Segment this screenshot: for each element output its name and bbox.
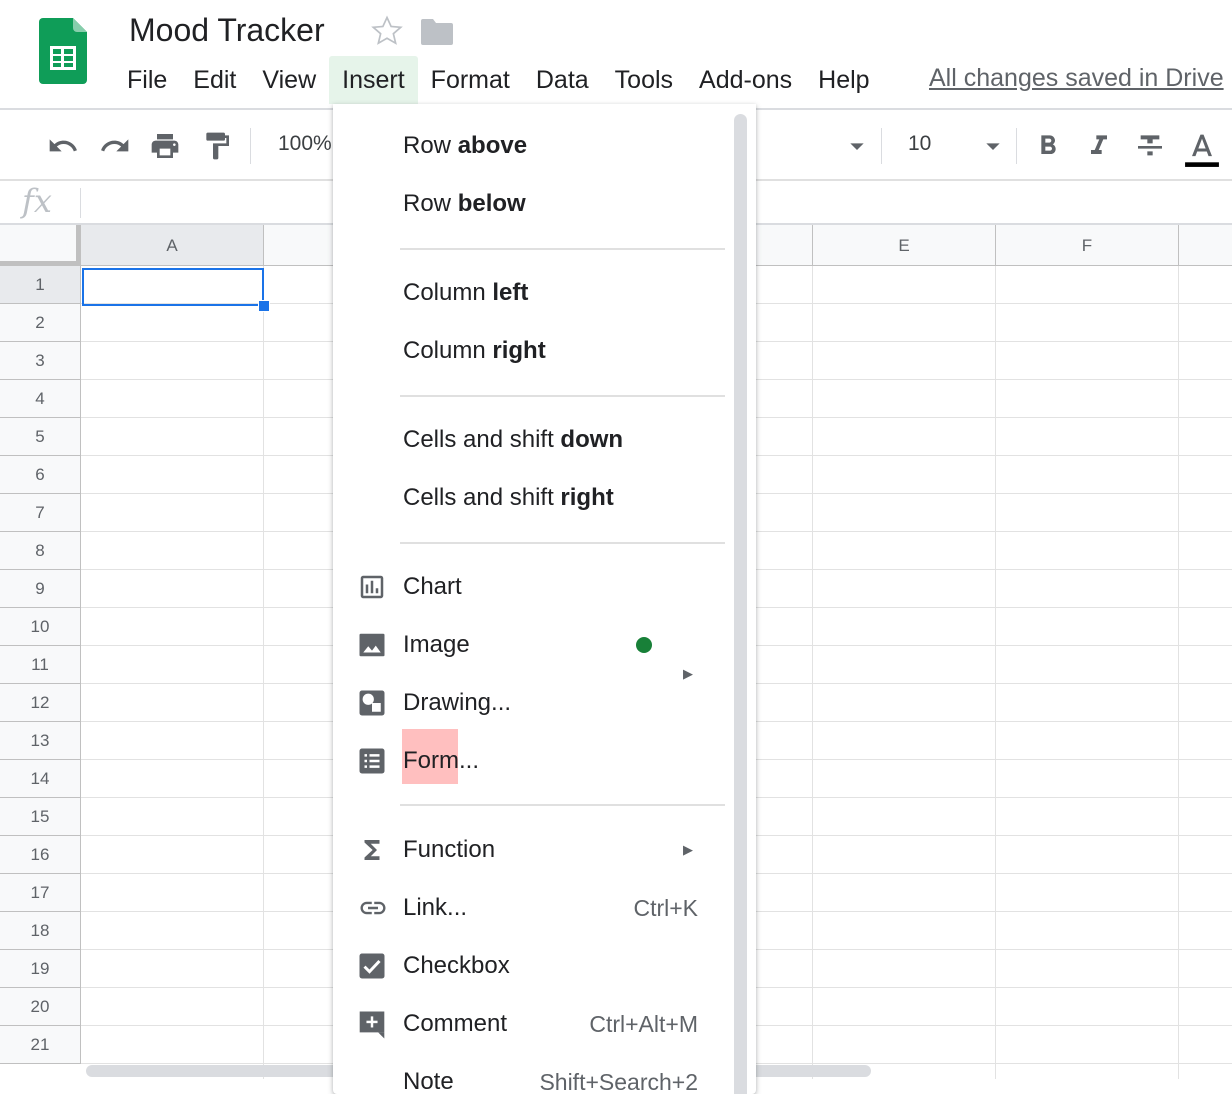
document-title[interactable]: Mood Tracker: [129, 12, 325, 49]
row-header[interactable]: 9: [0, 570, 81, 608]
row-header[interactable]: 18: [0, 912, 81, 950]
grid-column-line: [1178, 266, 1179, 1079]
grid-column-line: [263, 266, 264, 1079]
row-header[interactable]: 8: [0, 532, 81, 570]
menu-item-image[interactable]: Image ▶: [333, 616, 733, 681]
menu-separator: [400, 395, 725, 397]
shortcut-hint: Ctrl+K: [633, 895, 698, 921]
italic-icon[interactable]: [1082, 130, 1116, 162]
text-color-icon[interactable]: [1183, 130, 1219, 167]
chart-icon: [357, 572, 387, 602]
menu-item-row-above[interactable]: Row above: [333, 117, 733, 175]
toolbar-separator: [881, 128, 882, 164]
checkbox-icon: [357, 951, 387, 981]
menu-item-chart[interactable]: Chart: [333, 558, 733, 616]
menu-item-form[interactable]: Form...: [333, 732, 733, 790]
drawing-icon: [357, 688, 387, 718]
menu-item-checkbox[interactable]: Checkbox: [333, 937, 733, 995]
column-header[interactable]: [1179, 225, 1232, 266]
shortcut-hint: Shift+Search+2: [539, 1069, 698, 1094]
form-icon: [357, 746, 387, 776]
menu-help[interactable]: Help: [805, 56, 882, 104]
menu-separator: [400, 804, 725, 806]
row-header[interactable]: 13: [0, 722, 81, 760]
menu-separator: [400, 542, 725, 544]
menu-item-function[interactable]: Function ▶: [333, 821, 733, 879]
selected-cell-a1[interactable]: [82, 268, 264, 306]
sigma-icon: [357, 835, 387, 865]
row-header[interactable]: 19: [0, 950, 81, 988]
menu-bar: File Edit View Insert Format Data Tools …: [114, 56, 883, 104]
link-icon: [357, 893, 387, 923]
menu-insert[interactable]: Insert: [329, 56, 418, 104]
menu-item-cells-shift-right[interactable]: Cells and shift right: [333, 469, 733, 527]
row-header[interactable]: 7: [0, 494, 81, 532]
image-icon: [357, 630, 387, 660]
row-header[interactable]: 10: [0, 608, 81, 646]
menu-item-drawing[interactable]: Drawing...: [333, 674, 733, 732]
row-header[interactable]: 3: [0, 342, 81, 380]
formula-bar-separator: [80, 188, 81, 218]
google-sheets-logo[interactable]: [39, 18, 87, 84]
menu-separator: [400, 248, 725, 250]
paint-format-icon[interactable]: [200, 130, 234, 162]
insert-dropdown-menu: Row above Row below Column left Column r…: [333, 104, 756, 1094]
row-header[interactable]: 11: [0, 646, 81, 684]
add-comment-icon: [357, 1009, 387, 1039]
row-header[interactable]: 6: [0, 456, 81, 494]
row-header[interactable]: 2: [0, 304, 81, 342]
redo-icon[interactable]: [98, 130, 132, 162]
menu-scrollbar[interactable]: [734, 114, 747, 1094]
new-feature-dot: [636, 637, 652, 653]
chevron-down-icon[interactable]: [976, 130, 1010, 162]
shortcut-hint: Ctrl+Alt+M: [589, 1011, 698, 1037]
chevron-down-icon[interactable]: [840, 130, 874, 162]
fx-icon: fx: [22, 182, 52, 220]
menu-format[interactable]: Format: [418, 56, 523, 104]
folder-icon[interactable]: [421, 19, 453, 45]
row-header[interactable]: 15: [0, 798, 81, 836]
grid-column-line: [995, 266, 996, 1079]
row-header[interactable]: 12: [0, 684, 81, 722]
menu-file[interactable]: File: [114, 56, 180, 104]
fill-handle[interactable]: [258, 300, 270, 312]
row-header[interactable]: 20: [0, 988, 81, 1026]
menu-item-cells-shift-down[interactable]: Cells and shift down: [333, 411, 733, 469]
menu-item-column-right[interactable]: Column right: [333, 322, 733, 380]
menu-tools[interactable]: Tools: [602, 56, 686, 104]
column-header[interactable]: A: [81, 225, 264, 266]
menu-item-note[interactable]: Note Shift+Search+2: [333, 1053, 733, 1094]
toolbar-separator: [250, 128, 251, 164]
font-size-select[interactable]: 10: [908, 132, 931, 156]
strikethrough-icon[interactable]: [1133, 130, 1167, 162]
row-header[interactable]: 21: [0, 1026, 81, 1064]
menu-item-column-left[interactable]: Column left: [333, 264, 733, 322]
menu-item-comment[interactable]: Comment Ctrl+Alt+M: [333, 995, 733, 1053]
menu-edit[interactable]: Edit: [180, 56, 249, 104]
save-status-link[interactable]: All changes saved in Drive: [929, 64, 1224, 93]
bold-icon[interactable]: [1031, 130, 1065, 162]
column-header[interactable]: F: [996, 225, 1179, 266]
row-header[interactable]: 16: [0, 836, 81, 874]
row-header[interactable]: 1: [0, 266, 81, 304]
toolbar-separator: [1016, 128, 1017, 164]
grid-column-line: [812, 266, 813, 1079]
menu-view[interactable]: View: [249, 56, 329, 104]
row-header[interactable]: 14: [0, 760, 81, 798]
menu-data[interactable]: Data: [523, 56, 602, 104]
print-icon[interactable]: [148, 130, 182, 162]
star-icon[interactable]: [370, 14, 404, 48]
undo-icon[interactable]: [46, 130, 80, 162]
select-all-corner[interactable]: [0, 225, 81, 266]
zoom-select[interactable]: 100%: [278, 132, 332, 156]
row-header[interactable]: 4: [0, 380, 81, 418]
row-header[interactable]: 5: [0, 418, 81, 456]
row-header[interactable]: 17: [0, 874, 81, 912]
menu-item-row-below[interactable]: Row below: [333, 175, 733, 233]
column-header[interactable]: E: [813, 225, 996, 266]
submenu-arrow-icon: ▶: [683, 842, 693, 857]
menu-item-link[interactable]: Link... Ctrl+K: [333, 879, 733, 937]
menu-add-ons[interactable]: Add-ons: [686, 56, 805, 104]
